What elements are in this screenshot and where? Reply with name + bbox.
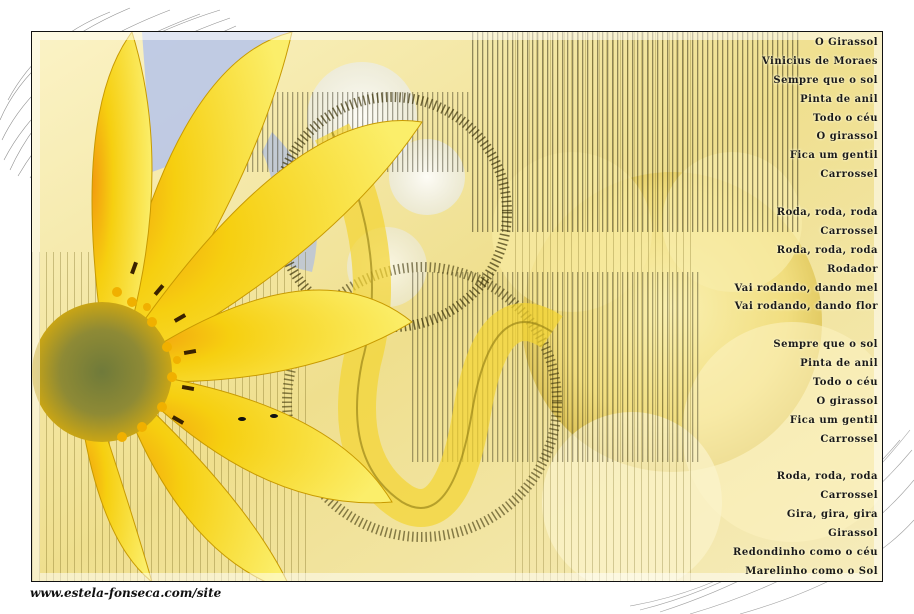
poem-line: Sempre que o sol [773, 339, 878, 351]
poem-line: Roda, roda, roda [776, 471, 878, 483]
poem-stanza-gap [618, 317, 878, 336]
poem-line: Roda, roda, roda [776, 207, 878, 219]
artwork-page: O Girassol Vinicius de Moraes Sempre que o… [0, 0, 914, 614]
poem-line: O girassol [816, 131, 878, 143]
poem-author: Vinicius de Moraes [761, 55, 878, 67]
poem-line: Carrossel [820, 169, 878, 181]
poem-line: Gira, gira, gira [786, 509, 878, 521]
poem-line: Girassol [828, 528, 878, 540]
poem-line: Vai rodando, dando mel [734, 282, 878, 294]
poem-line: Marelinho como o Sol [745, 565, 878, 577]
site-signature: www.estela-fonseca.com/site [30, 586, 222, 600]
poem-line: Todo o céu [813, 112, 878, 124]
poem-text: O Girassol Vinicius de Moraes Sempre que o… [618, 34, 878, 581]
poem-line: Carrossel [820, 490, 878, 502]
poem-line: Sempre que o sol [773, 74, 878, 86]
poem-line: Pinta de anil [800, 93, 878, 105]
poem-line: Fica um gentil [789, 414, 878, 426]
poem-line: Redondinho como o céu [733, 547, 878, 559]
poem-line: Pinta de anil [800, 358, 878, 370]
poem-line: Rodador [827, 263, 878, 275]
artwork-frame: O Girassol Vinicius de Moraes Sempre que o… [31, 31, 883, 582]
poem-line: Vai rodando, dando flor [734, 301, 878, 313]
poem-stanza-gap [618, 185, 878, 204]
poem-title: O Girassol [814, 37, 878, 48]
poem-line: O girassol [816, 395, 878, 407]
poem-line: Carrossel [820, 225, 878, 237]
poem-line: Fica um gentil [789, 150, 878, 162]
poem-line: Carrossel [820, 433, 878, 445]
poem-line: Roda, roda, roda [776, 244, 878, 256]
poem-stanza-gap [618, 450, 878, 469]
poem-line: Todo o céu [813, 377, 878, 389]
